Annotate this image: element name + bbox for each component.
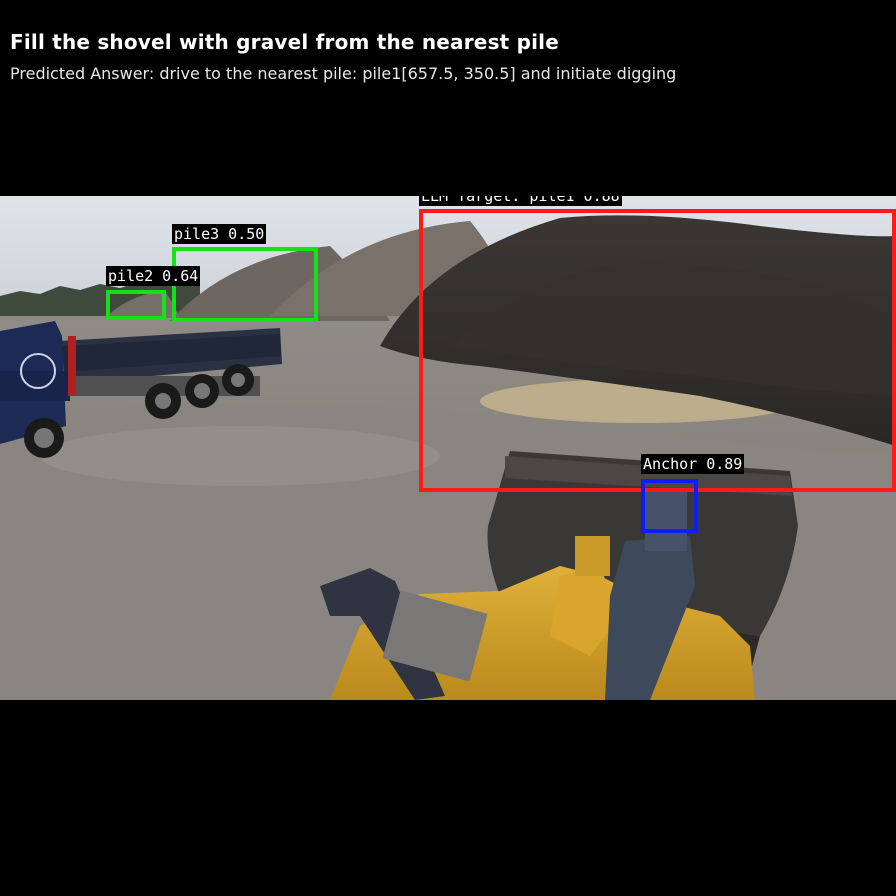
llm-target-box	[419, 209, 896, 492]
predicted-answer: Predicted Answer: drive to the nearest p…	[10, 64, 677, 83]
pile3-label: pile3 0.50	[172, 224, 267, 244]
anchor-label: Anchor 0.89	[641, 454, 745, 474]
instruction-title: Fill the shovel with gravel from the nea…	[10, 30, 559, 54]
camera-frame: LLM Target: pile1 0.88 pile3 0.50 pile2 …	[0, 196, 896, 700]
pile2-box	[106, 290, 166, 320]
pile2-label: pile2 0.64	[106, 266, 201, 286]
llm-target-label: LLM Target: pile1 0.88	[419, 196, 622, 206]
anchor-box	[641, 479, 698, 533]
